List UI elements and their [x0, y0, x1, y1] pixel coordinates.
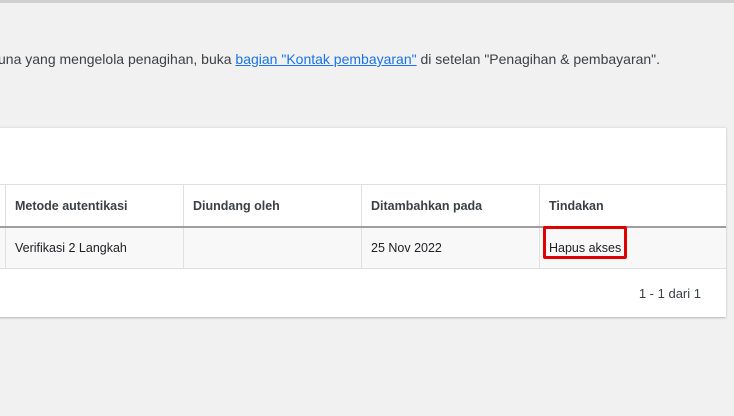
billing-info-text: una yang mengelola penagihan, buka bagia… — [0, 51, 660, 67]
column-header-invited-by[interactable]: Diundang oleh — [183, 185, 361, 226]
pagination-label: 1 - 1 dari 1 — [638, 286, 701, 301]
table-row: Verifikasi 2 Langkah 25 Nov 2022 Hapus a… — [0, 228, 726, 269]
cell-added-on: 25 Nov 2022 — [361, 228, 539, 268]
remove-access-button[interactable]: Hapus akses — [549, 241, 621, 255]
users-table: Metode autentikasi Diundang oleh Ditamba… — [0, 184, 726, 269]
column-header-actions: Tindakan — [539, 185, 726, 226]
cell-auth-method: Verifikasi 2 Langkah — [5, 228, 183, 268]
users-table-card: Metode autentikasi Diundang oleh Ditamba… — [0, 127, 726, 317]
column-header-auth-method[interactable]: Metode autentikasi — [5, 185, 183, 226]
cell-invited-by — [183, 228, 361, 268]
billing-contact-link[interactable]: bagian "Kontak pembayaran" — [235, 51, 416, 67]
column-header-added-on[interactable]: Ditambahkan pada — [361, 185, 539, 226]
billing-info-suffix: di setelan "Penagihan & pembayaran". — [416, 51, 661, 67]
billing-info-prefix: una yang mengelola penagihan, buka — [0, 51, 236, 67]
table-header-row: Metode autentikasi Diundang oleh Ditamba… — [0, 184, 726, 228]
cell-action: Hapus akses — [539, 228, 726, 268]
top-border — [0, 0, 734, 3]
